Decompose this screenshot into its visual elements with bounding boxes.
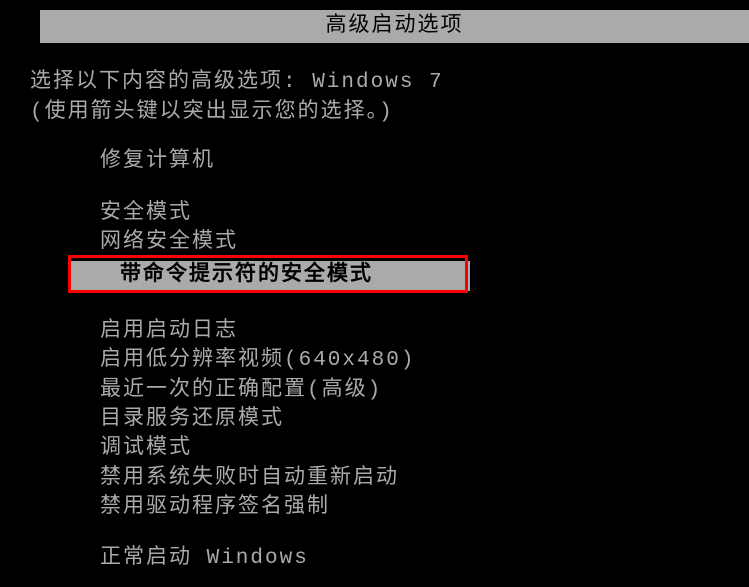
menu-item-lastknowngood[interactable]: 最近一次的正确配置(高级) — [100, 376, 749, 405]
menu-item-label: 网络安全模式 — [100, 231, 238, 254]
menu-item-lowres[interactable]: 启用低分辨率视频(640x480) — [100, 346, 749, 375]
menu-item-disable-autoreboot[interactable]: 禁用系统失败时自动重新启动 — [100, 464, 749, 493]
group-spacer — [100, 295, 749, 317]
menu-item-normal-boot[interactable]: 正常启动 Windows — [100, 544, 749, 573]
content-area: 选择以下内容的高级选项: Windows 7 (使用箭头键以突出显示您的选择。)… — [0, 43, 749, 573]
menu-item-label: 修复计算机 — [100, 150, 215, 173]
menu-item-safemode[interactable]: 安全模式 — [100, 199, 749, 228]
menu-item-debug[interactable]: 调试模式 — [100, 434, 749, 463]
menu-item-safemode-cmd[interactable]: 带命令提示符的安全模式 — [70, 261, 470, 290]
prompt-line-2: (使用箭头键以突出显示您的选择。) — [30, 98, 749, 127]
prompt-line-1: 选择以下内容的高级选项: Windows 7 — [30, 68, 749, 97]
group-spacer — [100, 522, 749, 544]
title-bar: 高级启动选项 — [40, 10, 749, 43]
menu-item-label: 安全模式 — [100, 202, 192, 225]
menu-item-label: 禁用驱动程序签名强制 — [100, 496, 330, 519]
menu-item-label: 启用低分辨率视频(640x480) — [100, 349, 415, 372]
menu-item-dsrm[interactable]: 目录服务还原模式 — [100, 405, 749, 434]
menu-item-label: 启用启动日志 — [100, 320, 238, 343]
menu-item-safemode-cmd-wrapper: 带命令提示符的安全模式 — [50, 257, 749, 294]
menu-item-label: 禁用系统失败时自动重新启动 — [100, 467, 399, 490]
group-spacer — [100, 177, 749, 199]
menu-item-label: 调试模式 — [100, 437, 192, 460]
boot-menu-list: 修复计算机 安全模式 网络安全模式 带命令提示符的安全模式 启用启动日志 启用低… — [30, 147, 749, 574]
menu-item-label: 目录服务还原模式 — [100, 408, 284, 431]
menu-item-label: 正常启动 Windows — [100, 547, 309, 570]
title-text: 高级启动选项 — [326, 15, 464, 38]
menu-item-label: 带命令提示符的安全模式 — [120, 264, 373, 287]
menu-item-disable-driversig[interactable]: 禁用驱动程序签名强制 — [100, 493, 749, 522]
menu-item-safemode-network[interactable]: 网络安全模式 — [100, 228, 749, 257]
menu-item-bootlog[interactable]: 启用启动日志 — [100, 317, 749, 346]
menu-item-repair[interactable]: 修复计算机 — [100, 147, 749, 176]
menu-item-label: 最近一次的正确配置(高级) — [100, 379, 382, 402]
